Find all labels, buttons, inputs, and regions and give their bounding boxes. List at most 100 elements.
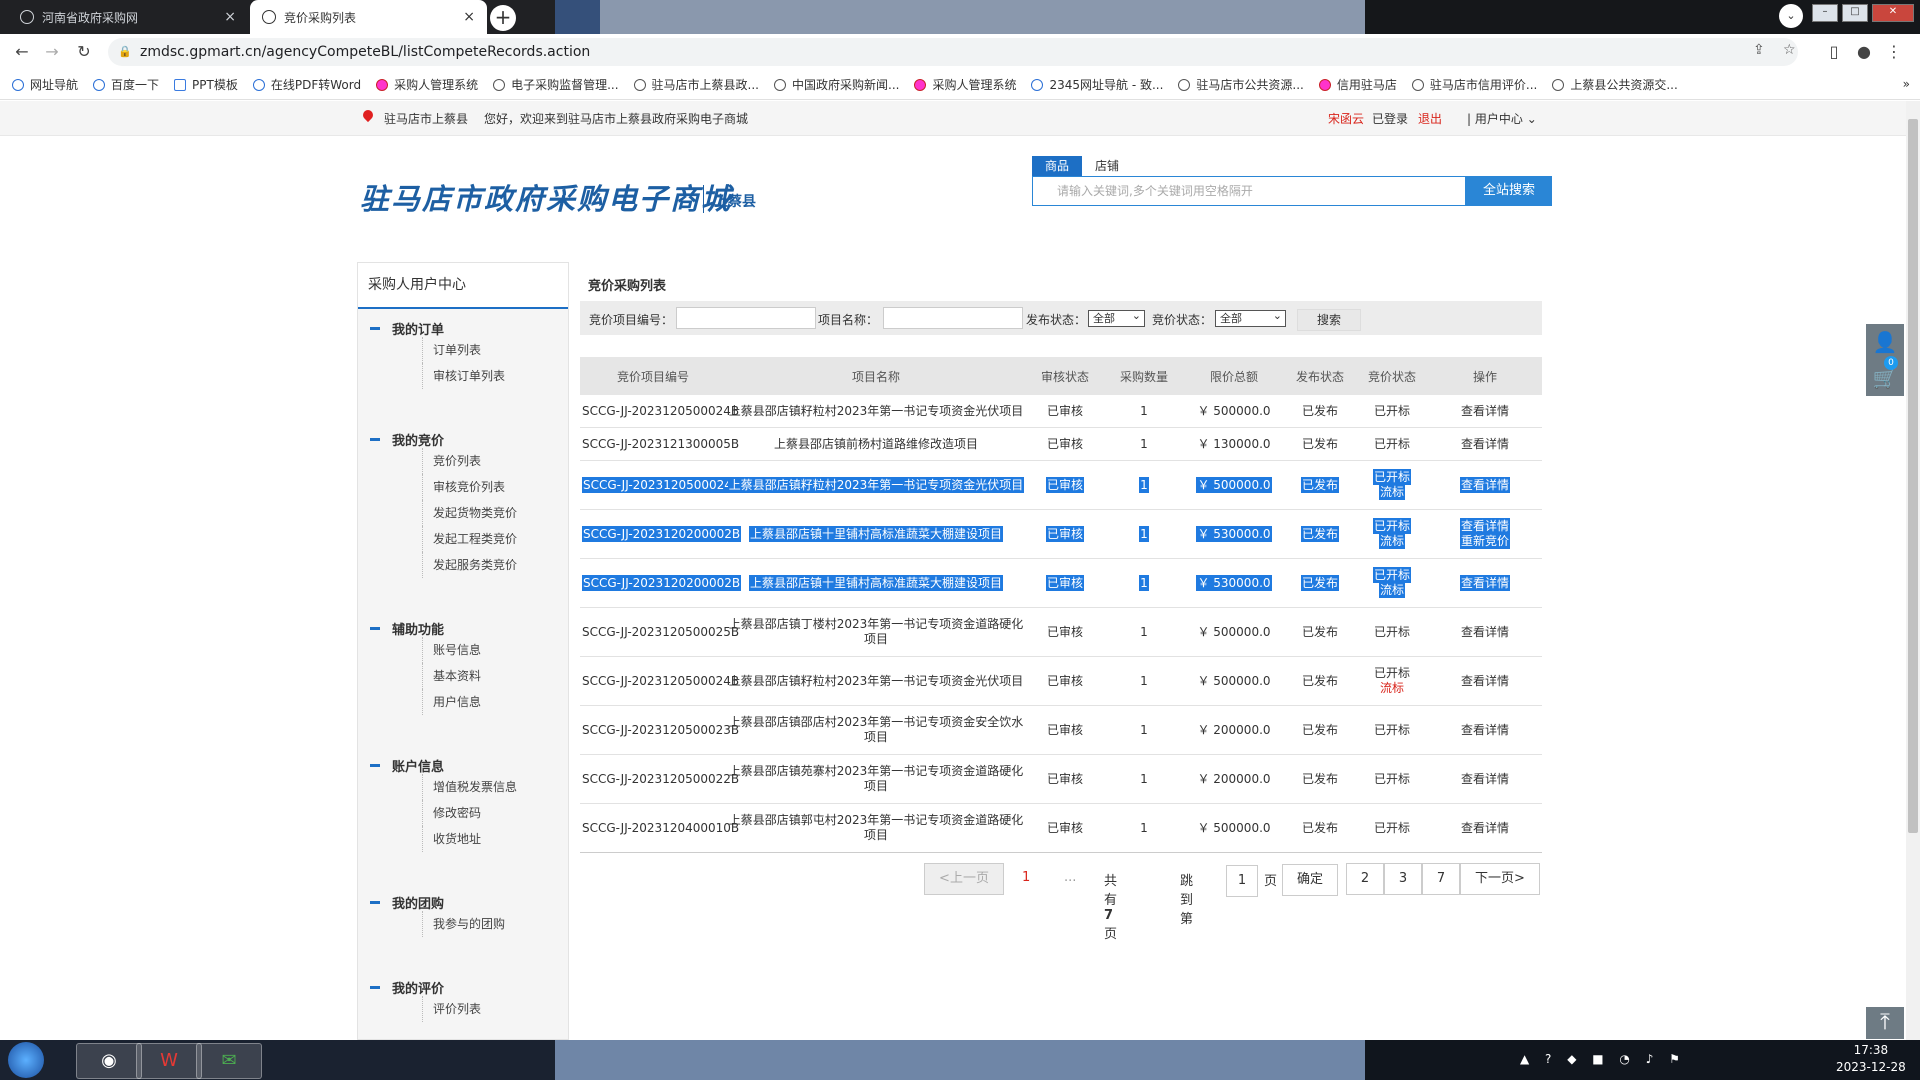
bid-status-select[interactable]: 全部 <box>1215 308 1286 327</box>
logout-link[interactable]: 退出 <box>1418 110 1442 127</box>
next-page-button[interactable]: 下一页> <box>1460 863 1540 895</box>
sidebar-item-bid-list[interactable]: 竞价列表 <box>422 448 517 474</box>
jump-confirm-button[interactable]: 确定 <box>1282 864 1338 896</box>
view-detail-link[interactable]: 查看详情 <box>1428 754 1542 804</box>
view-detail-link[interactable]: 查看详情 <box>1428 656 1542 706</box>
browser-tab-active[interactable]: 竞价采购列表 × <box>250 0 487 34</box>
sidebar-item-bid-audit[interactable]: 审核竞价列表 <box>422 474 517 500</box>
view-detail-link[interactable]: 查看详情 <box>1428 607 1542 657</box>
view-detail-link[interactable]: 查看详情 <box>1428 427 1542 461</box>
site-search-input[interactable]: 请输入关键词,多个关键词用空格隔开 <box>1032 176 1466 206</box>
sidebar-item-password[interactable]: 修改密码 <box>422 800 517 826</box>
start-button[interactable] <box>8 1042 44 1078</box>
cell-price: ￥ 500000.0 <box>1184 803 1284 853</box>
cell-audit: 已审核 <box>1026 558 1104 608</box>
view-detail-link[interactable]: 查看详情 <box>1459 476 1510 493</box>
user-center-menu[interactable]: | 用户中心 ⌄ <box>1467 110 1537 127</box>
tab-shops[interactable]: 店铺 <box>1082 156 1132 176</box>
sidebar-item-order-list[interactable]: 订单列表 <box>422 337 505 363</box>
view-detail-link[interactable]: 查看详情 <box>1428 395 1542 428</box>
sidebar-item-my-groupbuy[interactable]: 我参与的团购 <box>422 911 505 937</box>
rebid-link[interactable]: 重新竞价 <box>1459 533 1510 549</box>
menu-icon[interactable]: ⋮ <box>1882 40 1906 64</box>
view-detail-link[interactable]: 查看详情 <box>1459 574 1510 591</box>
back-icon[interactable]: ← <box>10 40 34 64</box>
pub-status-select[interactable]: 全部 <box>1088 308 1145 327</box>
back-to-top-icon[interactable]: ⤒ <box>1866 1007 1904 1039</box>
cell-name: 上蔡县邵店镇籽粒村2023年第一书记专项资金光伏项目 <box>726 395 1026 428</box>
side-panel-icon[interactable]: ▯ <box>1822 40 1846 64</box>
bookmark-item[interactable]: 驻马店市公共资源... <box>1178 76 1304 93</box>
site-search-button[interactable]: 全站搜索 <box>1466 176 1552 206</box>
cell-audit: 已审核 <box>1026 460 1104 510</box>
tab-search-icon[interactable]: ⌄ <box>1779 4 1803 28</box>
close-tab-icon[interactable]: × <box>463 9 475 25</box>
bookmark-item[interactable]: PPT模板 <box>174 76 238 93</box>
sidebar-item-review-list[interactable]: 评价列表 <box>422 996 481 1022</box>
restore-button[interactable]: □ <box>1842 4 1868 22</box>
sidebar-item-engineering-bid[interactable]: 发起工程类竞价 <box>422 526 517 552</box>
bookmark-item[interactable]: 采购人管理系统 <box>914 76 1016 93</box>
page-scrollbar[interactable] <box>1906 101 1920 1040</box>
globe-icon <box>20 10 34 24</box>
minimize-button[interactable]: – <box>1812 4 1838 22</box>
bookmark-item[interactable]: 采购人管理系统 <box>376 76 478 93</box>
bookmark-item[interactable]: 上蔡县公共资源交... <box>1552 76 1678 93</box>
page-3-button[interactable]: 3 <box>1384 863 1422 895</box>
view-detail-link[interactable]: 查看详情 <box>1459 518 1510 534</box>
filter-search-button[interactable]: 搜索 <box>1297 309 1361 331</box>
name-input[interactable] <box>883 307 1023 329</box>
sidebar-item-goods-bid[interactable]: 发起货物类竞价 <box>422 500 517 526</box>
omnibox[interactable]: 🔒 zmdsc.gpmart.cn/agencyCompeteBL/listCo… <box>108 38 1798 66</box>
sidebar-item-account[interactable]: 账号信息 <box>422 637 481 663</box>
sidebar-item-profile[interactable]: 基本资料 <box>422 663 481 689</box>
cell-bid: 已开标 流标 <box>1356 509 1428 559</box>
jump-page-input[interactable]: 1 <box>1226 865 1258 897</box>
new-tab-button[interactable]: + <box>490 5 516 31</box>
page-2-button[interactable]: 2 <box>1346 863 1384 895</box>
bookmark-item[interactable]: 在线PDF转Word <box>252 76 361 93</box>
bookmark-item[interactable]: 中国政府采购新闻... <box>774 76 899 93</box>
share-icon[interactable]: ⇪ <box>1753 42 1765 58</box>
close-tab-icon[interactable]: × <box>224 9 236 25</box>
reload-icon[interactable]: ↻ <box>72 40 96 64</box>
user-icon[interactable]: 👤 <box>1866 324 1904 360</box>
sidebar-item-order-audit[interactable]: 审核订单列表 <box>422 363 505 389</box>
site-logo[interactable]: 驻马店市政府采购电子商城 <box>360 176 732 218</box>
wechat-taskbar-icon[interactable]: ✉ <box>196 1043 262 1079</box>
page-7-button[interactable]: 7 <box>1422 863 1460 895</box>
sidebar-item-service-bid[interactable]: 发起服务类竞价 <box>422 552 517 578</box>
system-tray[interactable]: ▲ ? ◆ ■ ◔ ♪ ⚑ <box>1520 1052 1686 1066</box>
cell-code: SCCG-JJ-2023120500024B <box>580 656 739 706</box>
bookmark-item[interactable]: 2345网址导航 - 致... <box>1031 76 1163 93</box>
code-input[interactable] <box>676 307 816 329</box>
tab-goods[interactable]: 商品 <box>1032 156 1083 176</box>
page-ellipsis: ... <box>1064 870 1077 885</box>
clock[interactable]: 17:38 2023-12-28 <box>1836 1042 1906 1076</box>
bookmark-item[interactable]: 驻马店市信用评价... <box>1411 76 1537 93</box>
sidebar-item-userinfo[interactable]: 用户信息 <box>422 689 481 715</box>
url-text[interactable]: zmdsc.gpmart.cn/agencyCompeteBL/listComp… <box>140 44 590 60</box>
bookmark-star-icon[interactable]: ☆ <box>1783 42 1796 58</box>
username[interactable]: 宋函云 <box>1328 110 1364 127</box>
bookmark-item[interactable]: 电子采购监督管理... <box>493 76 619 93</box>
bookmark-item[interactable]: 驻马店市上蔡县政... <box>633 76 759 93</box>
sidebar-item-address[interactable]: 收货地址 <box>422 826 517 852</box>
bookmarks-overflow-icon[interactable]: » <box>1903 77 1910 91</box>
view-detail-link[interactable]: 查看详情 <box>1428 705 1542 755</box>
prev-page-button[interactable]: <上一页 <box>924 863 1004 895</box>
browser-tab-henan[interactable]: 河南省政府采购网 × <box>8 0 248 34</box>
close-window-button[interactable]: ✕ <box>1872 4 1914 22</box>
wps-taskbar-icon[interactable]: W <box>136 1043 202 1079</box>
scrollbar-thumb[interactable] <box>1908 119 1918 833</box>
bookmark-item[interactable]: 网址导航 <box>12 76 78 93</box>
forward-icon[interactable]: → <box>40 40 64 64</box>
sidebar-item-invoice[interactable]: 增值税发票信息 <box>422 774 517 800</box>
chrome-taskbar-icon[interactable]: ◉ <box>76 1043 142 1079</box>
profile-icon[interactable]: ● <box>1852 40 1876 64</box>
bookmark-item[interactable]: 信用驻马店 <box>1318 76 1397 93</box>
bookmark-item[interactable]: 百度一下 <box>93 76 159 93</box>
view-detail-link[interactable]: 查看详情 <box>1428 803 1542 853</box>
failed-bid-label: 流标 <box>1378 533 1405 549</box>
location-text[interactable]: 驻马店市上蔡县 <box>384 110 468 127</box>
